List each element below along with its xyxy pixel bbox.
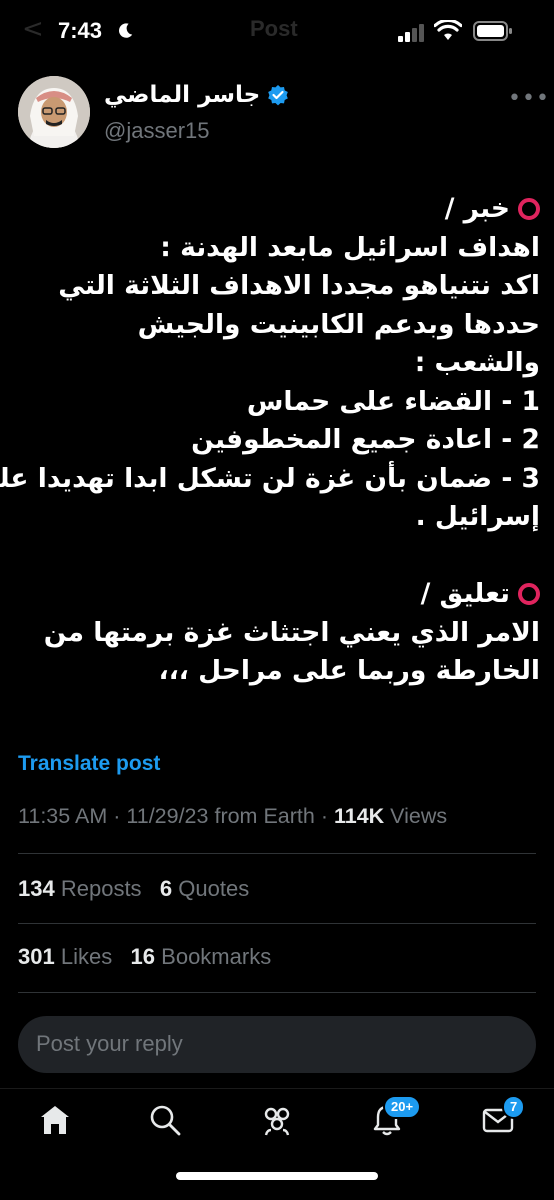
tweet-line: 2 - اعادة جميع المخطوفين <box>191 424 540 455</box>
reposts-stat[interactable]: 134 Reposts <box>18 876 142 901</box>
bookmarks-stat[interactable]: 16 Bookmarks <box>131 944 272 969</box>
post-time: 11:35 AM <box>18 804 108 828</box>
signal-icon <box>398 24 424 42</box>
views-count: 114K <box>333 804 385 828</box>
home-indicator[interactable] <box>176 1172 378 1180</box>
like-stats: 301 Likes 16 Bookmarks <box>18 944 271 970</box>
header-title-ghost: Post <box>250 16 298 41</box>
red-circle-icon <box>518 583 540 605</box>
post-date: 11/29/23 <box>126 804 209 828</box>
user-handle[interactable]: @jasser15 <box>104 118 210 144</box>
divider <box>18 923 536 924</box>
views-label[interactable]: Views <box>390 804 447 828</box>
status-time: 7:43 <box>58 18 103 43</box>
bottom-tab-bar: 20+ 7 <box>0 1088 554 1154</box>
repost-stats: 134 Reposts 6 Quotes <box>18 876 249 902</box>
tweet-line: والشعب : <box>414 347 540 378</box>
moon-icon <box>119 23 133 38</box>
notifications-badge: 20+ <box>383 1095 422 1119</box>
tweet-line: الخارطة وربما على مراحل ،،، <box>158 655 540 686</box>
back-arrow-ghost: < <box>22 14 44 44</box>
battery-icon <box>473 21 512 41</box>
display-name-row[interactable]: جاسر الماضي <box>104 82 290 108</box>
tweet-line: اهداف اسرائيل مابعد الهدنة : <box>160 231 540 263</box>
tweet-header: جاسر الماضي @jasser15 ••• <box>0 70 554 160</box>
avatar-image <box>18 76 90 148</box>
home-icon[interactable] <box>38 1103 72 1137</box>
verified-icon <box>268 85 289 106</box>
communities-icon[interactable] <box>260 1103 294 1137</box>
messages-badge: 7 <box>502 1095 526 1119</box>
tweet-line: الامر الذي يعني اجتثاث غزة برمتها من <box>43 616 540 648</box>
status-bar: < Post 7:43 <box>0 0 554 62</box>
wifi-icon <box>434 20 462 40</box>
post-meta: 11:35 AM · 11/29/23 from Earth · 114K Vi… <box>18 804 447 829</box>
display-name[interactable]: جاسر الماضي <box>104 82 260 108</box>
post-source: from Earth <box>214 804 315 828</box>
reply-placeholder: Post your reply <box>36 1031 183 1056</box>
translate-post-link[interactable]: Translate post <box>18 752 160 776</box>
tweet-line: حددها وبدعم الكابينيت والجيش <box>137 308 540 340</box>
divider <box>18 992 536 993</box>
more-icon[interactable]: ••• <box>508 86 550 111</box>
tweet-line: 3 - ضمان بأن غزة لن تشكل ابدا تهديدا على <box>0 462 540 494</box>
red-circle-icon <box>518 198 540 220</box>
meta-separator: · <box>320 804 334 828</box>
tweet-line: اكد نتنياهو مجددا الاهداف الثلاثة التي <box>58 270 540 301</box>
search-icon[interactable] <box>148 1103 182 1137</box>
tweet-line: تعليق / <box>18 575 540 614</box>
likes-stat[interactable]: 301 Likes <box>18 944 112 969</box>
tweet-text: خبر / اهداف اسرائيل مابعد الهدنة : اكد ن… <box>0 190 540 691</box>
divider <box>18 853 536 854</box>
reply-input[interactable]: Post your reply <box>18 1016 536 1073</box>
tweet-line: 1 - القضاء على حماس <box>246 385 540 417</box>
tweet-line: خبر / <box>18 190 540 229</box>
meta-separator: · <box>113 804 127 828</box>
tweet-line: إسرائيل . <box>415 501 540 532</box>
quotes-stat[interactable]: 6 Quotes <box>160 876 249 901</box>
avatar[interactable] <box>18 76 90 148</box>
